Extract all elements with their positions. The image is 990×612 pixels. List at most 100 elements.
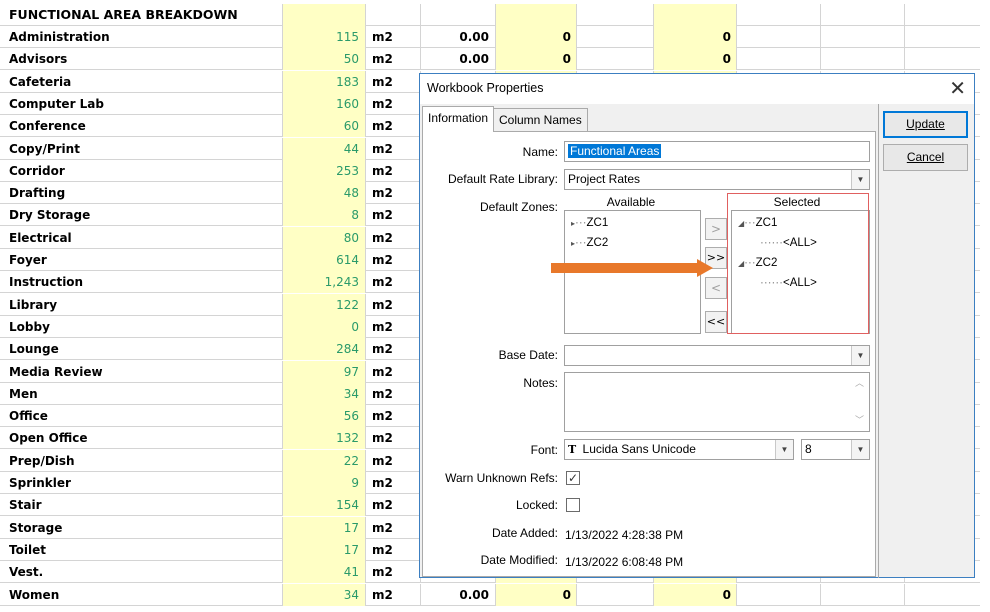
warn-unknown-checkbox[interactable]: ✓ <box>566 471 580 485</box>
input-cell[interactable]: 0 <box>496 583 577 606</box>
area-name-cell[interactable]: Lobby <box>0 315 283 338</box>
name-input[interactable]: Functional Areas <box>564 141 870 162</box>
area-value-cell[interactable]: 97 <box>283 360 366 383</box>
area-name-cell[interactable]: Library <box>0 293 283 316</box>
area-name-cell[interactable]: Instruction <box>0 271 283 294</box>
chevron-down-icon[interactable]: ▼ <box>775 440 793 459</box>
cell[interactable] <box>654 4 737 26</box>
unit-cell[interactable]: m2 <box>366 494 421 517</box>
area-name-cell[interactable]: Women <box>0 583 283 606</box>
area-name-cell[interactable]: Office <box>0 405 283 428</box>
area-name-cell[interactable]: Drafting <box>0 182 283 205</box>
area-name-cell[interactable]: Cafeteria <box>0 70 283 93</box>
unit-cell[interactable]: m2 <box>366 338 421 361</box>
area-name-cell[interactable]: Computer Lab <box>0 92 283 115</box>
cell[interactable] <box>821 26 905 48</box>
area-name-cell[interactable]: Foyer <box>0 249 283 271</box>
area-value-cell[interactable]: 44 <box>283 137 366 160</box>
cell[interactable] <box>821 583 905 606</box>
update-button[interactable]: Update <box>883 111 968 138</box>
font-select[interactable]: T Lucida Sans Unicode ▼ <box>564 439 794 460</box>
area-value-cell[interactable]: 0 <box>283 315 366 338</box>
area-name-cell[interactable]: Corridor <box>0 159 283 182</box>
cell[interactable] <box>821 4 905 26</box>
cell[interactable] <box>366 4 421 26</box>
area-value-cell[interactable]: 122 <box>283 293 366 316</box>
chevron-down-icon[interactable]: ▼ <box>851 346 869 365</box>
list-item[interactable]: ▸⋯ZC2 <box>571 235 608 249</box>
input-cell[interactable]: 0 <box>654 26 737 48</box>
area-value-cell[interactable]: 1,243 <box>283 271 366 294</box>
chevron-down-icon[interactable]: ▼ <box>851 170 869 189</box>
scroll-up-icon[interactable]: ︿ <box>855 374 864 393</box>
unit-cell[interactable]: m2 <box>366 249 421 271</box>
area-value-cell[interactable]: 614 <box>283 249 366 271</box>
value-cell[interactable]: 0.00 <box>421 48 496 71</box>
area-value-cell[interactable]: 9 <box>283 472 366 494</box>
unit-cell[interactable]: m2 <box>366 115 421 138</box>
area-name-cell[interactable]: Prep/Dish <box>0 449 283 472</box>
add-one-button[interactable]: > <box>705 218 727 240</box>
list-item[interactable]: ▸⋯ZC1 <box>571 215 608 229</box>
area-name-cell[interactable]: Copy/Print <box>0 137 283 160</box>
close-icon[interactable]: ✕ <box>949 77 966 99</box>
cancel-button[interactable]: Cancel <box>883 144 968 171</box>
unit-cell[interactable]: m2 <box>366 472 421 494</box>
area-name-cell[interactable]: Men <box>0 382 283 405</box>
unit-cell[interactable]: m2 <box>366 315 421 338</box>
area-name-cell[interactable]: Vest. <box>0 561 283 584</box>
unit-cell[interactable]: m2 <box>366 70 421 93</box>
unit-cell[interactable]: m2 <box>366 405 421 428</box>
unit-cell[interactable]: m2 <box>366 449 421 472</box>
tab-column-names[interactable]: Column Names <box>493 108 588 132</box>
area-name-cell[interactable]: Dry Storage <box>0 204 283 227</box>
cell[interactable] <box>577 583 654 606</box>
unit-cell[interactable]: m2 <box>366 137 421 160</box>
area-value-cell[interactable]: 132 <box>283 427 366 450</box>
area-value-cell[interactable]: 154 <box>283 494 366 517</box>
unit-cell[interactable]: m2 <box>366 293 421 316</box>
area-value-cell[interactable]: 17 <box>283 516 366 539</box>
unit-cell[interactable]: m2 <box>366 26 421 48</box>
cell[interactable] <box>737 26 821 48</box>
unit-cell[interactable]: m2 <box>366 204 421 227</box>
area-value-cell[interactable]: 17 <box>283 538 366 561</box>
cell[interactable] <box>577 48 654 71</box>
area-value-cell[interactable]: 34 <box>283 382 366 405</box>
area-name-cell[interactable]: Storage <box>0 516 283 539</box>
area-name-cell[interactable]: Advisors <box>0 48 283 71</box>
unit-cell[interactable]: m2 <box>366 360 421 383</box>
area-value-cell[interactable]: 115 <box>283 26 366 48</box>
area-value-cell[interactable]: 41 <box>283 561 366 584</box>
input-cell[interactable]: 0 <box>654 48 737 71</box>
notes-textarea[interactable]: ︿ ﹀ <box>564 372 870 432</box>
tab-information[interactable]: Information <box>422 106 495 132</box>
cell[interactable] <box>421 4 496 26</box>
area-name-cell[interactable]: Sprinkler <box>0 472 283 494</box>
chevron-down-icon[interactable]: ▼ <box>851 440 869 459</box>
area-value-cell[interactable]: 8 <box>283 204 366 227</box>
area-value-cell[interactable]: 183 <box>283 70 366 93</box>
cell[interactable] <box>737 48 821 71</box>
font-size-select[interactable]: 8 ▼ <box>801 439 870 460</box>
cell[interactable] <box>737 583 821 606</box>
area-value-cell[interactable]: 22 <box>283 449 366 472</box>
area-value-cell[interactable]: 34 <box>283 583 366 606</box>
unit-cell[interactable]: m2 <box>366 427 421 450</box>
input-cell[interactable]: 0 <box>496 48 577 71</box>
area-value-cell[interactable]: 80 <box>283 226 366 249</box>
area-value-cell[interactable]: 60 <box>283 115 366 138</box>
area-value-cell[interactable]: 284 <box>283 338 366 361</box>
unit-cell[interactable]: m2 <box>366 538 421 561</box>
remove-all-button[interactable]: << <box>705 311 727 333</box>
unit-cell[interactable]: m2 <box>366 561 421 584</box>
locked-checkbox[interactable] <box>566 498 580 512</box>
cell[interactable] <box>496 4 577 26</box>
input-cell[interactable]: 0 <box>654 583 737 606</box>
area-name-cell[interactable]: Toilet <box>0 538 283 561</box>
unit-cell[interactable]: m2 <box>366 48 421 71</box>
rate-library-select[interactable]: Project Rates ▼ <box>564 169 870 190</box>
area-value-cell[interactable]: 48 <box>283 182 366 205</box>
area-value-cell[interactable]: 50 <box>283 48 366 71</box>
remove-one-button[interactable]: < <box>705 277 727 299</box>
